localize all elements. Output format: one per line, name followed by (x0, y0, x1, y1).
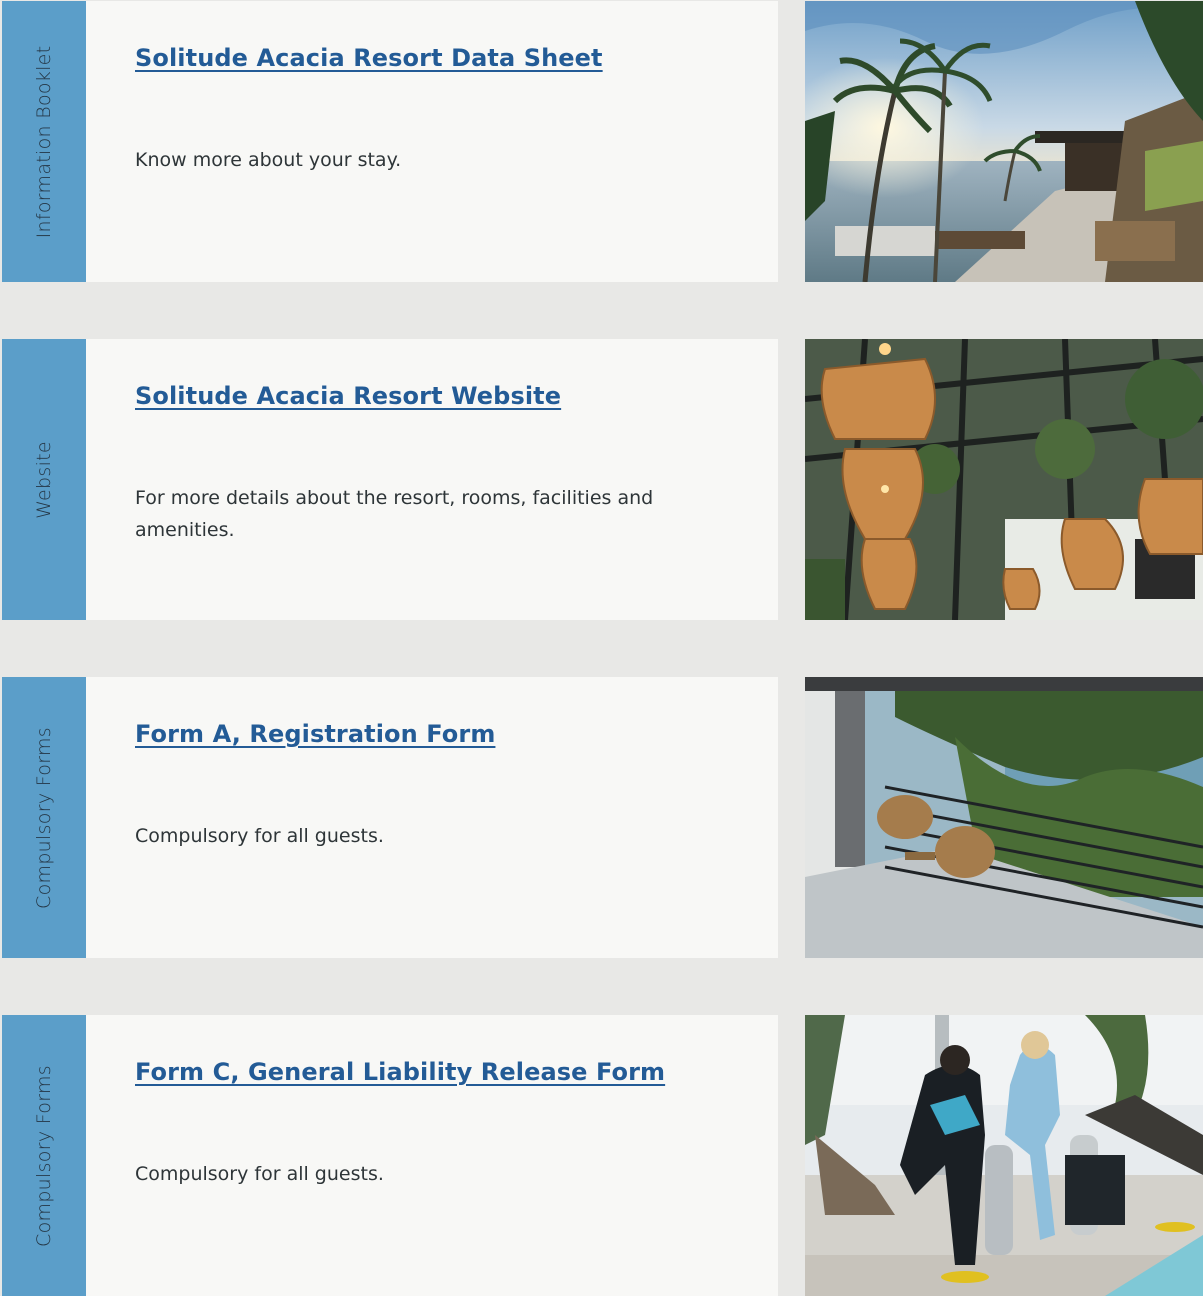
category-tag: Website (2, 339, 86, 620)
resource-row: Information Booklet Solitude Acacia Reso… (0, 1, 1203, 282)
resource-description: Compulsory for all guests. (135, 1163, 384, 1185)
resource-row: Compulsory Forms Form C, General Liabili… (0, 1015, 1203, 1296)
resource-card: Form C, General Liability Release Form C… (86, 1015, 778, 1296)
rattan-pendant-lamps-photo (805, 339, 1203, 620)
resource-card: Solitude Acacia Resort Data Sheet Know m… (86, 1, 778, 282)
registration-form-link[interactable]: Form A, Registration Form (135, 720, 738, 748)
resort-sunset-terrace-photo (805, 1, 1203, 282)
data-sheet-link[interactable]: Solitude Acacia Resort Data Sheet (135, 44, 738, 72)
liability-release-form-link[interactable]: Form C, General Liability Release Form (135, 1058, 738, 1086)
balcony-ocean-view-photo (805, 677, 1203, 958)
resource-card: Form A, Registration Form Compulsory for… (86, 677, 778, 958)
category-tag: Compulsory Forms (2, 1015, 86, 1296)
resource-row: Compulsory Forms Form A, Registration Fo… (0, 677, 1203, 958)
resource-description: Know more about your stay. (135, 149, 402, 171)
website-link[interactable]: Solitude Acacia Resort Website (135, 382, 738, 410)
dive-gear-preparation-photo (805, 1015, 1203, 1296)
resource-card: Solitude Acacia Resort Website For more … (86, 339, 778, 620)
category-tag-label: Compulsory Forms (33, 726, 55, 909)
category-tag: Information Booklet (2, 1, 86, 282)
resource-row: Website Solitude Acacia Resort Website F… (0, 339, 1203, 620)
resource-description: For more details about the resort, rooms… (135, 487, 654, 541)
category-tag-label: Compulsory Forms (33, 1064, 55, 1247)
category-tag-label: Information Booklet (33, 45, 55, 238)
resource-description: Compulsory for all guests. (135, 825, 384, 847)
category-tag-label: Website (33, 440, 55, 519)
category-tag: Compulsory Forms (2, 677, 86, 958)
